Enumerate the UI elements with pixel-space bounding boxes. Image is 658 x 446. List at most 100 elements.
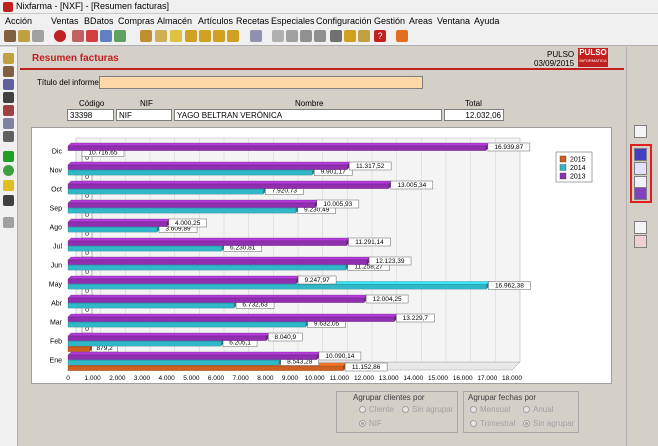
check-icon[interactable] bbox=[114, 30, 126, 42]
stock-icon[interactable] bbox=[3, 131, 14, 142]
company-name: PULSO bbox=[547, 50, 575, 59]
menu-almacen[interactable]: Almacén bbox=[157, 16, 192, 26]
orders-icon[interactable] bbox=[3, 79, 14, 90]
tools-icon[interactable] bbox=[300, 30, 312, 42]
bar-top bbox=[67, 351, 321, 356]
bar bbox=[67, 145, 487, 151]
menu-accion[interactable]: Acción bbox=[5, 16, 32, 26]
help-icon[interactable]: ? bbox=[374, 30, 386, 42]
menu-especiales[interactable]: Especiales bbox=[271, 16, 315, 26]
info-icon[interactable] bbox=[3, 195, 14, 206]
star-icon[interactable] bbox=[170, 30, 182, 42]
close-chart-icon[interactable] bbox=[634, 235, 647, 248]
page-title: Resumen facturas bbox=[32, 53, 119, 64]
next-record-icon[interactable] bbox=[213, 30, 225, 42]
y-tick-label: Jul bbox=[53, 244, 62, 251]
bar bbox=[67, 221, 167, 227]
report-icon[interactable] bbox=[272, 30, 284, 42]
print-chart-icon[interactable] bbox=[634, 221, 647, 234]
sales-icon[interactable] bbox=[3, 66, 14, 77]
radio-cliente-label: Cliente bbox=[369, 405, 394, 414]
menu-areas[interactable]: Areas bbox=[409, 16, 433, 26]
euro-icon[interactable] bbox=[250, 30, 262, 42]
bar-top bbox=[67, 180, 393, 185]
x-tick-label: 4.000 bbox=[159, 375, 176, 382]
bar bbox=[67, 365, 344, 371]
menu-ayuda[interactable]: Ayuda bbox=[474, 16, 499, 26]
titulo-label: Título del informe bbox=[37, 78, 99, 87]
column-chart-icon[interactable] bbox=[634, 187, 647, 200]
menu-recetas[interactable]: Recetas bbox=[236, 16, 269, 26]
left-toolbar bbox=[0, 47, 18, 446]
delete-icon[interactable] bbox=[86, 30, 98, 42]
nombre-field[interactable]: YAGO BELTRAN VERÓNICA bbox=[174, 109, 442, 121]
radio-dot bbox=[525, 422, 528, 425]
settings-icon[interactable] bbox=[3, 217, 14, 228]
data-label: 12.123,39 bbox=[376, 258, 405, 265]
grid-icon[interactable] bbox=[330, 30, 342, 42]
bar-top bbox=[67, 313, 398, 318]
first-record-icon[interactable] bbox=[185, 30, 197, 42]
bar bbox=[67, 303, 235, 309]
x-tick-label: 16.000 bbox=[453, 375, 473, 382]
bar-top bbox=[67, 218, 171, 223]
x-tick-label: 7.000 bbox=[233, 375, 250, 382]
x-tick-label: 5.000 bbox=[183, 375, 200, 382]
folder-icon[interactable] bbox=[18, 30, 30, 42]
titulo-input[interactable] bbox=[99, 76, 423, 89]
cart-icon[interactable] bbox=[3, 92, 14, 103]
group-fechas: Agrupar fechas por Mensual Anual Trimest… bbox=[463, 391, 579, 433]
radio-mensual[interactable] bbox=[470, 406, 477, 413]
radio-mensual-label: Mensual bbox=[480, 405, 511, 414]
menu-gestion[interactable]: Gestión bbox=[374, 16, 405, 26]
stop-icon[interactable] bbox=[54, 30, 66, 42]
bar bbox=[67, 170, 313, 176]
last-record-icon[interactable] bbox=[227, 30, 239, 42]
filter-icon[interactable] bbox=[314, 30, 326, 42]
total-field[interactable]: 12.032,06 bbox=[444, 109, 504, 121]
radio-cliente[interactable] bbox=[359, 406, 366, 413]
notes-icon[interactable] bbox=[3, 118, 14, 129]
menu-compras[interactable]: Compras bbox=[118, 16, 155, 26]
app-icon bbox=[3, 2, 13, 12]
y-tick-label: Ago bbox=[50, 225, 63, 232]
menu-ventas[interactable]: Ventas bbox=[51, 16, 79, 26]
nif-field[interactable]: NIF bbox=[116, 109, 172, 121]
cut-icon[interactable] bbox=[72, 30, 84, 42]
radio-sin-agrupar-cli[interactable] bbox=[402, 406, 409, 413]
pie-chart-icon[interactable] bbox=[634, 162, 647, 175]
radio-nif[interactable] bbox=[359, 420, 366, 427]
menu-configuracion[interactable]: Configuración bbox=[316, 16, 372, 26]
y-tick-label: Ene bbox=[50, 358, 63, 365]
home-icon[interactable] bbox=[396, 30, 408, 42]
menu-articulos[interactable]: Artículos bbox=[198, 16, 233, 26]
bar-chart-icon[interactable] bbox=[634, 148, 647, 161]
lock-icon[interactable] bbox=[4, 30, 16, 42]
x-tick-label: 10.000 bbox=[305, 375, 325, 382]
calc-icon[interactable] bbox=[344, 30, 356, 42]
new-doc-icon[interactable] bbox=[140, 30, 152, 42]
chart-frame: 0 1.000 2.000 3.000 4.000 5.000 6.000 7.000 8.00… bbox=[31, 127, 612, 384]
warning-icon[interactable] bbox=[3, 180, 14, 191]
bar bbox=[67, 346, 90, 352]
add-icon[interactable] bbox=[3, 151, 14, 162]
copy-icon[interactable] bbox=[155, 30, 167, 42]
radio-sin-agrupar-fec[interactable] bbox=[523, 420, 530, 427]
export-icon[interactable] bbox=[358, 30, 370, 42]
chart-table-icon[interactable] bbox=[634, 125, 647, 138]
search-icon[interactable] bbox=[286, 30, 298, 42]
bar-top bbox=[67, 199, 319, 204]
x-tick-label: 2.000 bbox=[109, 375, 126, 382]
radio-anual[interactable] bbox=[523, 406, 530, 413]
clients-icon[interactable] bbox=[3, 53, 14, 64]
print-icon[interactable] bbox=[32, 30, 44, 42]
refresh-icon[interactable] bbox=[3, 165, 14, 176]
prev-record-icon[interactable] bbox=[199, 30, 211, 42]
menu-ventana[interactable]: Ventana bbox=[437, 16, 470, 26]
edit-icon[interactable] bbox=[100, 30, 112, 42]
recipes-icon[interactable] bbox=[3, 105, 14, 116]
codigo-field[interactable]: 33398 bbox=[67, 109, 114, 121]
radio-trimestral[interactable] bbox=[470, 420, 477, 427]
menu-bdatos[interactable]: BDatos bbox=[84, 16, 114, 26]
